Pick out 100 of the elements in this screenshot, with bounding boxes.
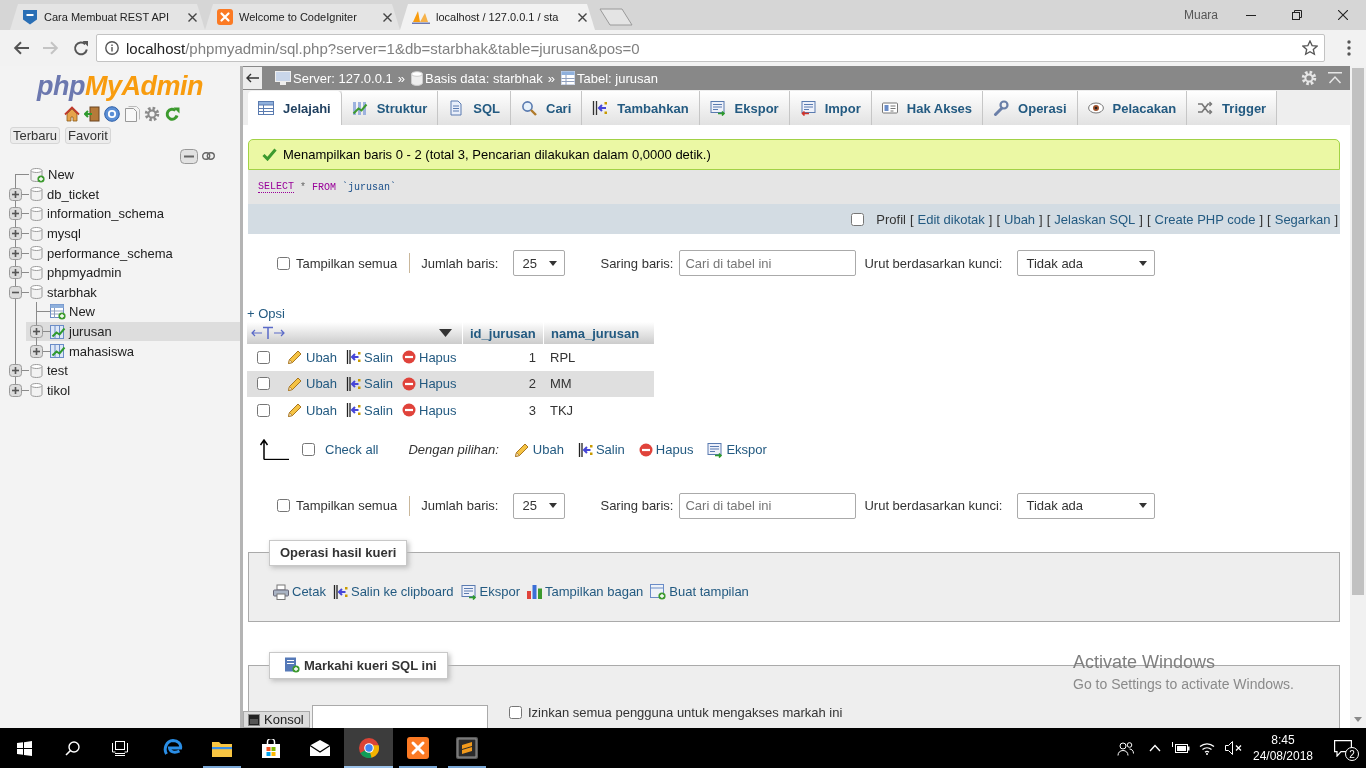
export-link[interactable]: Ekspor (460, 583, 521, 600)
copy-link[interactable]: Salin ke clipboard (332, 583, 454, 600)
tab[interactable]: Tambahkan (582, 91, 700, 125)
expand-toggle[interactable] (9, 364, 22, 378)
taskbar-button[interactable] (344, 728, 393, 768)
checkbox[interactable] (257, 403, 270, 417)
tab[interactable]: SQL (438, 91, 511, 125)
sidebar-button[interactable]: Terbaru (10, 127, 61, 144)
options-toggle[interactable]: + Opsi (247, 306, 285, 322)
minimize-icon[interactable] (1246, 14, 1256, 16)
checkbox[interactable] (277, 256, 290, 270)
tree-item[interactable]: starbhak (5, 282, 240, 303)
home-icon[interactable] (64, 106, 80, 122)
tab[interactable]: Impor (789, 91, 872, 125)
reload-icon[interactable] (164, 106, 180, 122)
query-link[interactable]: Jelaskan SQL (1054, 211, 1136, 227)
expand-toggle[interactable] (9, 266, 22, 280)
tab[interactable]: Ekspor (699, 91, 790, 125)
query-link[interactable]: Ubah (1004, 211, 1036, 227)
breadcrumb-link[interactable]: Tabel: jurusan (577, 70, 658, 86)
left-arrow-icon[interactable] (13, 41, 29, 55)
browser-tab[interactable]: localhost / 127.0.0.1 / sta (400, 4, 595, 30)
close-icon[interactable] (1338, 10, 1348, 20)
tab[interactable]: Struktur (341, 91, 439, 125)
console-button[interactable]: Konsol (243, 711, 310, 728)
chevron-up-icon[interactable] (1149, 744, 1161, 752)
sql-keyword-link[interactable]: SELECT (258, 181, 294, 193)
close-icon[interactable] (188, 12, 197, 22)
sort-select[interactable]: Tidak ada (1017, 492, 1156, 519)
checkbox[interactable] (851, 212, 865, 226)
edit-link[interactable]: Ubah (287, 402, 338, 419)
clock-time[interactable]: 8:45 (1271, 732, 1295, 748)
query-link[interactable]: Edit dikotak (917, 211, 985, 227)
tab[interactable]: Jelajahi (248, 91, 342, 125)
edit-link[interactable]: Ubah (513, 441, 564, 458)
query-link[interactable]: Segarkan (1274, 211, 1331, 227)
tab[interactable]: Operasi (983, 91, 1078, 125)
task-view-icon[interactable] (112, 740, 128, 756)
documents-icon[interactable] (124, 106, 140, 122)
copy-link[interactable]: Salin (346, 402, 393, 419)
label-input[interactable] (312, 704, 488, 728)
reload-icon[interactable] (73, 40, 89, 56)
clock-date[interactable]: 24/08/2018 (1252, 748, 1314, 764)
print-link[interactable]: Cetak (273, 583, 326, 600)
wifi-icon[interactable] (1199, 741, 1215, 755)
browser-tab[interactable]: Welcome to CodeIgniter (205, 4, 400, 30)
tree-item[interactable]: mysql (5, 223, 240, 244)
copy-link[interactable]: Salin (577, 441, 625, 458)
expand-toggle[interactable] (9, 187, 22, 201)
logo[interactable]: phpMyAdmin (0, 72, 240, 100)
collapse-all-icon[interactable] (180, 148, 198, 164)
edit-link[interactable]: Ubah (287, 349, 338, 366)
expand-toggle[interactable] (30, 325, 43, 339)
tree-item[interactable]: tikol (5, 380, 240, 401)
expand-toggle[interactable] (9, 246, 22, 260)
checkbox[interactable] (257, 350, 270, 364)
people-icon[interactable] (1116, 740, 1134, 756)
info-icon[interactable] (105, 41, 119, 55)
profile-name[interactable]: Muara (1184, 8, 1218, 22)
tree-item[interactable]: New (26, 302, 240, 322)
breadcrumb-link[interactable]: Basis data: starbhak (424, 70, 543, 86)
query-link[interactable]: Create PHP code (1154, 211, 1256, 227)
edit-link[interactable]: Ubah (287, 375, 338, 392)
create-view-link[interactable]: Buat tampilan (650, 583, 749, 600)
delete-link[interactable]: Hapus (402, 402, 457, 418)
chart-link[interactable]: Tampilkan bagan (527, 584, 644, 599)
tree-item[interactable]: test (5, 360, 240, 381)
speaker-muted-icon[interactable] (1224, 741, 1242, 755)
browser-tab[interactable]: Cara Membuat REST API (10, 4, 205, 30)
address-bar[interactable]: localhost/phpmyadmin/sql.php?server=1&db=starbhak&table=jurusan&pos=0 (96, 34, 1325, 62)
search-icon[interactable] (64, 740, 80, 756)
checkbox[interactable] (302, 443, 315, 456)
delete-link[interactable]: Hapus (402, 349, 457, 365)
expand-toggle[interactable] (30, 344, 43, 358)
start-icon[interactable] (16, 740, 32, 756)
expand-toggle[interactable] (9, 383, 22, 397)
column-header[interactable]: nama_jurusan (543, 322, 654, 344)
tree-item[interactable]: New (5, 165, 240, 185)
scrollbar[interactable] (1350, 66, 1366, 728)
filter-input[interactable]: Cari di tabel ini (679, 250, 857, 276)
caret-icon[interactable] (439, 329, 452, 337)
delete-link[interactable]: Hapus (638, 442, 694, 457)
tree-item[interactable]: db_ticket (5, 184, 240, 205)
close-icon[interactable] (383, 12, 392, 22)
tree-item[interactable]: information_schema (5, 204, 240, 224)
rows-select[interactable]: 25 (513, 492, 566, 519)
checkbox[interactable] (277, 499, 290, 512)
sidebar-button[interactable]: Favorit (65, 127, 111, 144)
collapse-icon[interactable] (1328, 72, 1342, 84)
column-arrows-icon[interactable] (251, 326, 285, 340)
breadcrumb-link[interactable]: Server: 127.0.0.1 (293, 70, 393, 86)
tree-item[interactable]: performance_schema (5, 243, 240, 263)
expand-toggle[interactable] (9, 207, 22, 221)
expand-toggle[interactable] (9, 227, 22, 241)
tree-item[interactable]: jurusan (26, 321, 240, 342)
close-icon[interactable] (578, 12, 587, 22)
check-all-label[interactable]: Check all (325, 442, 379, 457)
checkbox[interactable] (509, 705, 522, 719)
ring-icon[interactable] (104, 106, 120, 122)
expand-toggle[interactable] (9, 285, 22, 299)
